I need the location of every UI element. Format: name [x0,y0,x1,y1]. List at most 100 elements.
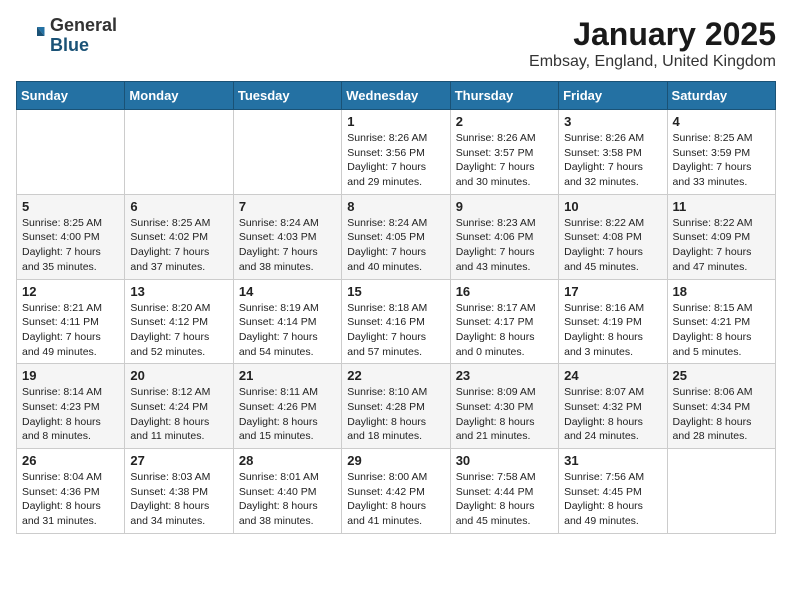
day-number: 26 [22,453,119,468]
day-header-saturday: Saturday [667,82,775,110]
day-detail: Sunrise: 8:24 AM Sunset: 4:05 PM Dayligh… [347,216,444,275]
day-detail: Sunrise: 8:16 AM Sunset: 4:19 PM Dayligh… [564,301,661,360]
calendar-cell: 9Sunrise: 8:23 AM Sunset: 4:06 PM Daylig… [450,194,558,279]
day-detail: Sunrise: 8:20 AM Sunset: 4:12 PM Dayligh… [130,301,227,360]
day-header-monday: Monday [125,82,233,110]
day-number: 30 [456,453,553,468]
calendar-cell: 8 Sunrise: 8:24 AM Sunset: 4:05 PM Daylig… [342,194,450,279]
day-detail: Sunrise: 7:56 AM Sunset: 4:45 PM Dayligh… [564,470,661,529]
day-detail: Sunrise: 8:03 AM Sunset: 4:38 PM Dayligh… [130,470,227,529]
day-number: 13 [130,284,227,299]
day-detail: Sunrise: 8:24 AM Sunset: 4:03 PM Dayligh… [239,216,336,275]
calendar-cell: 18Sunrise: 8:15 AM Sunset: 4:21 PM Dayli… [667,279,775,364]
logo: General Blue [16,16,117,56]
calendar-cell: 17 Sunrise: 8:16 AM Sunset: 4:19 PM Dayli… [559,279,667,364]
day-number: 2 [456,114,553,129]
calendar-cell: 2 Sunrise: 8:26 AM Sunset: 3:57 PM Daylig… [450,110,558,195]
day-number: 14 [239,284,336,299]
calendar-cell: 27Sunrise: 8:03 AM Sunset: 4:38 PM Dayli… [125,449,233,534]
day-header-thursday: Thursday [450,82,558,110]
day-number: 8 [347,199,444,214]
day-detail: Sunrise: 8:18 AM Sunset: 4:16 PM Dayligh… [347,301,444,360]
calendar-week-4: 19Sunrise: 8:14 AM Sunset: 4:23 PM Dayli… [17,364,776,449]
day-detail: Sunrise: 8:07 AM Sunset: 4:32 PM Dayligh… [564,385,661,444]
day-detail: Sunrise: 8:17 AM Sunset: 4:17 PM Dayligh… [456,301,553,360]
day-number: 15 [347,284,444,299]
day-number: 29 [347,453,444,468]
day-detail: Sunrise: 8:09 AM Sunset: 4:30 PM Dayligh… [456,385,553,444]
day-number: 24 [564,368,661,383]
calendar-cell: 7 Sunrise: 8:24 AM Sunset: 4:03 PM Daylig… [233,194,341,279]
day-detail: Sunrise: 8:10 AM Sunset: 4:28 PM Dayligh… [347,385,444,444]
day-number: 17 [564,284,661,299]
day-detail: Sunrise: 8:00 AM Sunset: 4:42 PM Dayligh… [347,470,444,529]
logo-icon [16,21,46,51]
day-number: 10 [564,199,661,214]
day-detail: Sunrise: 8:25 AM Sunset: 4:00 PM Dayligh… [22,216,119,275]
day-header-sunday: Sunday [17,82,125,110]
day-detail: Sunrise: 8:22 AM Sunset: 4:08 PM Dayligh… [564,216,661,275]
day-detail: Sunrise: 8:25 AM Sunset: 4:02 PM Dayligh… [130,216,227,275]
calendar-cell: 22 Sunrise: 8:10 AM Sunset: 4:28 PM Dayli… [342,364,450,449]
day-number: 21 [239,368,336,383]
day-number: 6 [130,199,227,214]
calendar-cell: 6 Sunrise: 8:25 AM Sunset: 4:02 PM Daylig… [125,194,233,279]
day-header-tuesday: Tuesday [233,82,341,110]
calendar-cell: 16 Sunrise: 8:17 AM Sunset: 4:17 PM Dayli… [450,279,558,364]
day-number: 12 [22,284,119,299]
day-number: 22 [347,368,444,383]
logo-blue-text: Blue [50,36,117,56]
day-detail: Sunrise: 8:01 AM Sunset: 4:40 PM Dayligh… [239,470,336,529]
title-area: January 2025 Embsay, England, United Kin… [529,16,776,71]
calendar-week-2: 5Sunrise: 8:25 AM Sunset: 4:00 PM Daylig… [17,194,776,279]
calendar-header-row: SundayMondayTuesdayWednesdayThursdayFrid… [17,82,776,110]
calendar-cell: 14Sunrise: 8:19 AM Sunset: 4:14 PM Dayli… [233,279,341,364]
calendar-cell: 3Sunrise: 8:26 AM Sunset: 3:58 PM Daylig… [559,110,667,195]
day-detail: Sunrise: 8:11 AM Sunset: 4:26 PM Dayligh… [239,385,336,444]
calendar-week-1: 1Sunrise: 8:26 AM Sunset: 3:56 PM Daylig… [17,110,776,195]
day-number: 3 [564,114,661,129]
calendar-cell: 1Sunrise: 8:26 AM Sunset: 3:56 PM Daylig… [342,110,450,195]
day-number: 4 [673,114,770,129]
day-number: 20 [130,368,227,383]
calendar-cell: 28 Sunrise: 8:01 AM Sunset: 4:40 PM Dayli… [233,449,341,534]
calendar-cell [125,110,233,195]
day-detail: Sunrise: 7:58 AM Sunset: 4:44 PM Dayligh… [456,470,553,529]
day-number: 18 [673,284,770,299]
calendar-cell: 21 Sunrise: 8:11 AM Sunset: 4:26 PM Dayli… [233,364,341,449]
calendar-cell: 19Sunrise: 8:14 AM Sunset: 4:23 PM Dayli… [17,364,125,449]
calendar-cell: 26Sunrise: 8:04 AM Sunset: 4:36 PM Dayli… [17,449,125,534]
day-detail: Sunrise: 8:12 AM Sunset: 4:24 PM Dayligh… [130,385,227,444]
calendar-cell: 30 Sunrise: 7:58 AM Sunset: 4:44 PM Dayli… [450,449,558,534]
calendar-week-5: 26Sunrise: 8:04 AM Sunset: 4:36 PM Dayli… [17,449,776,534]
logo-text: General Blue [50,16,117,56]
day-number: 7 [239,199,336,214]
day-header-friday: Friday [559,82,667,110]
day-detail: Sunrise: 8:26 AM Sunset: 3:56 PM Dayligh… [347,131,444,190]
calendar: SundayMondayTuesdayWednesdayThursdayFrid… [16,81,776,534]
day-detail: Sunrise: 8:21 AM Sunset: 4:11 PM Dayligh… [22,301,119,360]
day-detail: Sunrise: 8:26 AM Sunset: 3:57 PM Dayligh… [456,131,553,190]
day-number: 28 [239,453,336,468]
calendar-cell: 13 Sunrise: 8:20 AM Sunset: 4:12 PM Dayli… [125,279,233,364]
location-title: Embsay, England, United Kingdom [529,53,776,71]
day-detail: Sunrise: 8:22 AM Sunset: 4:09 PM Dayligh… [673,216,770,275]
day-number: 16 [456,284,553,299]
day-detail: Sunrise: 8:06 AM Sunset: 4:34 PM Dayligh… [673,385,770,444]
calendar-cell: 15 Sunrise: 8:18 AM Sunset: 4:16 PM Dayli… [342,279,450,364]
day-number: 31 [564,453,661,468]
calendar-cell: 23 Sunrise: 8:09 AM Sunset: 4:30 PM Dayli… [450,364,558,449]
header: General Blue January 2025 Embsay, Englan… [16,16,776,71]
month-title: January 2025 [529,16,776,53]
calendar-cell: 20 Sunrise: 8:12 AM Sunset: 4:24 PM Dayli… [125,364,233,449]
day-number: 23 [456,368,553,383]
calendar-week-3: 12 Sunrise: 8:21 AM Sunset: 4:11 PM Dayli… [17,279,776,364]
calendar-cell: 25Sunrise: 8:06 AM Sunset: 4:34 PM Dayli… [667,364,775,449]
day-detail: Sunrise: 8:25 AM Sunset: 3:59 PM Dayligh… [673,131,770,190]
day-detail: Sunrise: 8:14 AM Sunset: 4:23 PM Dayligh… [22,385,119,444]
calendar-cell: 12 Sunrise: 8:21 AM Sunset: 4:11 PM Dayli… [17,279,125,364]
calendar-cell [17,110,125,195]
day-detail: Sunrise: 8:23 AM Sunset: 4:06 PM Dayligh… [456,216,553,275]
calendar-cell: 11Sunrise: 8:22 AM Sunset: 4:09 PM Dayli… [667,194,775,279]
day-header-wednesday: Wednesday [342,82,450,110]
